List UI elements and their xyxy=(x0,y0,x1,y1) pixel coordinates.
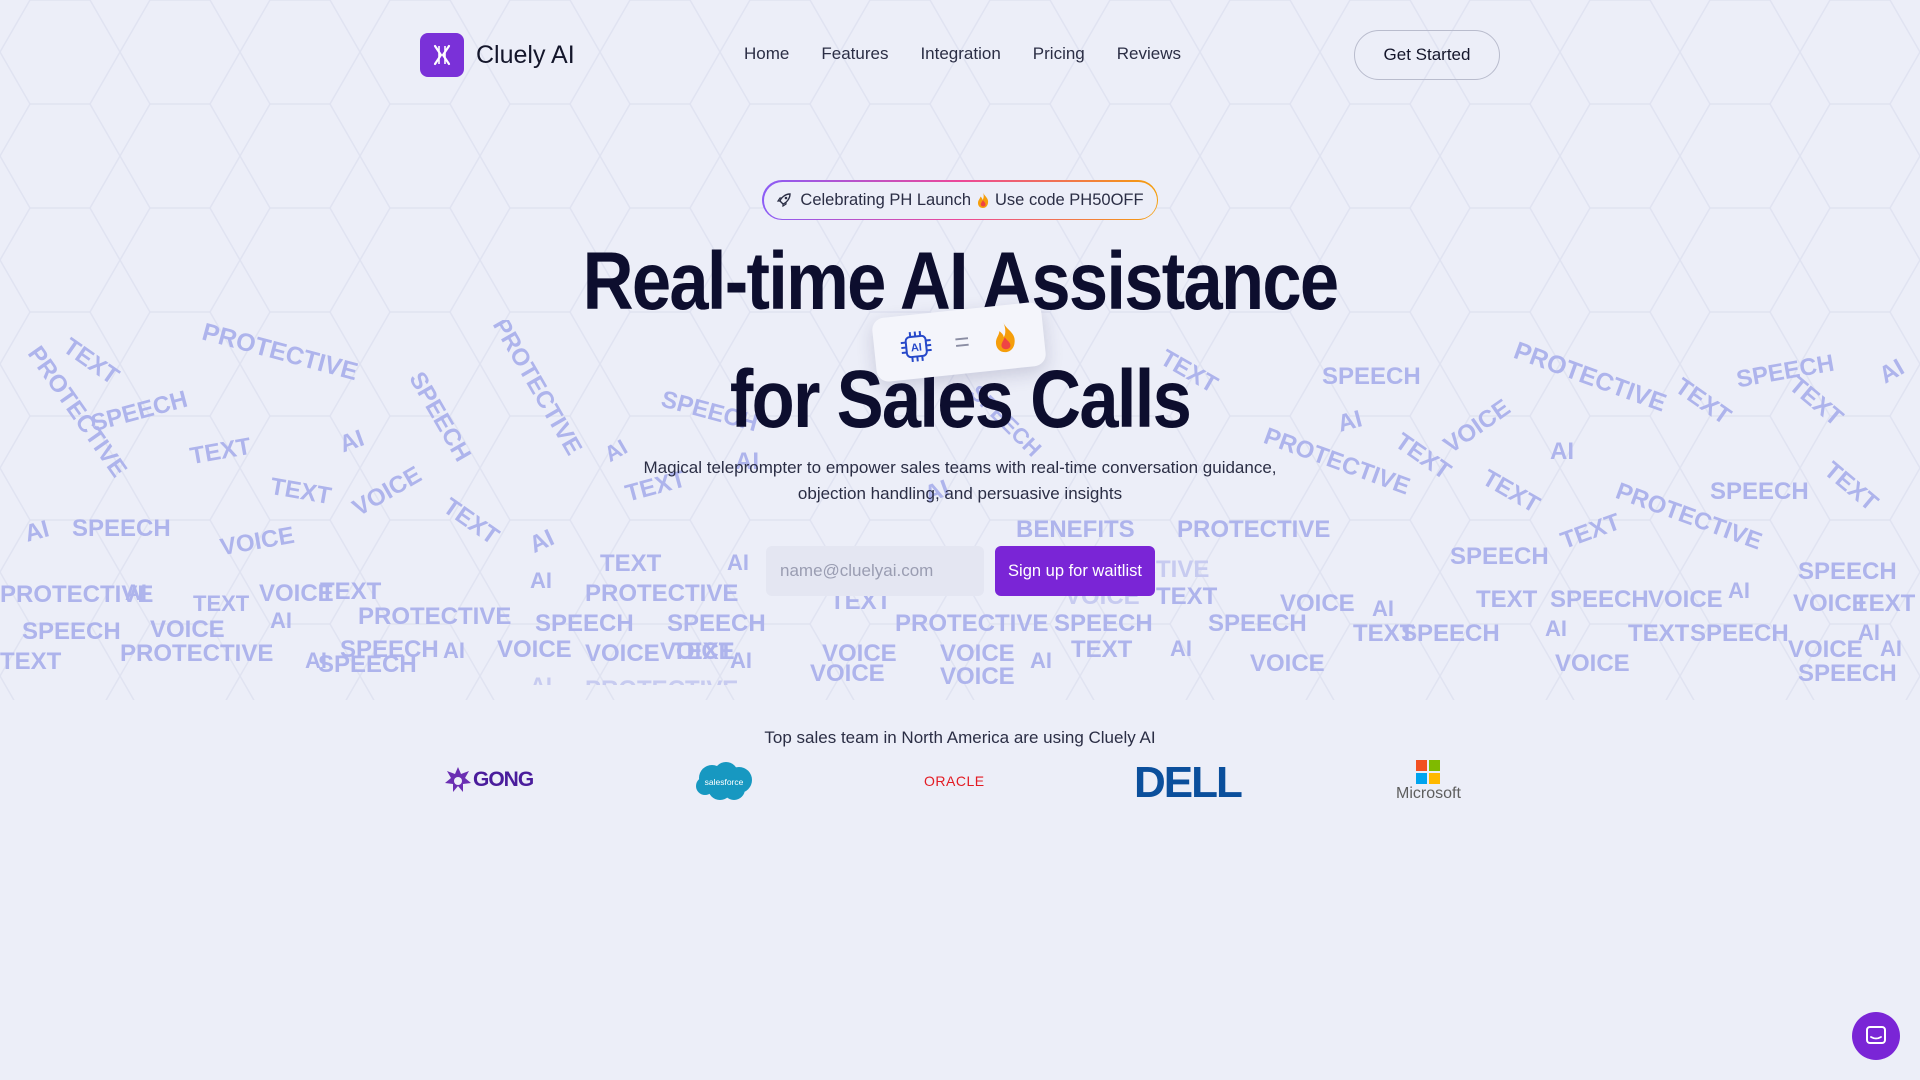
bg-word-protective: PROTECTIVE xyxy=(585,580,739,607)
bg-word-speech: SPEECH xyxy=(535,610,634,637)
main-nav: Home Features Integration Pricing Review… xyxy=(744,44,1181,64)
bg-word-speech: SPEECH xyxy=(1208,610,1307,637)
bg-word-text: TEXT xyxy=(1476,586,1538,613)
get-started-button[interactable]: Get Started xyxy=(1354,30,1500,80)
bg-word-ai: AI xyxy=(530,675,552,686)
bg-word-speech: SPEECH xyxy=(72,515,171,542)
bg-word-ai: AI xyxy=(730,648,752,673)
hero-subtitle-line2: objection handling, and persuasive insig… xyxy=(797,484,1123,503)
rocket-icon xyxy=(777,193,792,208)
chat-icon xyxy=(1866,1026,1886,1044)
bg-word-speech: SPEECH xyxy=(340,636,439,663)
bg-word-voice: VOICE xyxy=(150,616,225,643)
brand-name: Cluely AI xyxy=(476,40,575,69)
bg-word-protective: PROTECTIVE xyxy=(585,678,738,686)
nav-home[interactable]: Home xyxy=(744,44,789,64)
bg-word-ai: AI xyxy=(727,550,749,575)
bg-word-protective: PROTECTIVE xyxy=(895,610,1049,637)
bg-word-text: TEXT xyxy=(1557,508,1624,555)
bg-word-text: TEXT xyxy=(193,591,250,616)
bg-word-ai: AI xyxy=(21,515,52,548)
gong-logo: GONG xyxy=(444,766,534,794)
bg-word-text: TEXT xyxy=(600,550,662,577)
bg-word-voice: VOICE xyxy=(1648,586,1723,613)
bg-word-speech: SPEECH xyxy=(1690,620,1789,647)
customer-logo-row: GONG salesforce ORACLE DELL Microsoft xyxy=(0,750,1920,810)
bg-word-text: TEXT xyxy=(1156,583,1218,610)
microsoft-squares-icon xyxy=(1416,760,1441,784)
brand-logo[interactable]: Cluely AI xyxy=(420,33,575,77)
bg-word-ai: AI xyxy=(270,608,292,633)
bg-word-protective: PROTECTIVE xyxy=(0,581,154,608)
bg-word-speech: SPEECH xyxy=(22,618,121,645)
bg-word-voice: VOICE xyxy=(259,580,334,607)
bg-word-ai: AI xyxy=(1372,596,1394,621)
promo-text-launch: Celebrating PH Launch xyxy=(800,190,972,209)
bg-word-protective: PROTECTIVE xyxy=(120,640,274,667)
brand-logo-icon xyxy=(420,33,464,77)
bg-word-ai: AI xyxy=(1030,648,1052,673)
bg-word-benefits: BENEFITS xyxy=(1016,516,1135,543)
bg-word-speech: SPEECH xyxy=(1550,586,1649,613)
bg-word-text: TEXT xyxy=(1854,590,1916,617)
bg-word-speech: SPEECH xyxy=(1798,558,1897,585)
promo-text-code: Use code PH50OFF xyxy=(995,190,1144,209)
bg-word-voice: VOICE xyxy=(1250,650,1325,677)
dell-logo-text: DELL xyxy=(1134,762,1242,800)
oracle-logo: ORACLE xyxy=(924,773,985,789)
chat-widget-button[interactable] xyxy=(1852,1012,1900,1060)
bg-word-speech: SPEECH xyxy=(667,610,766,637)
nav-integration[interactable]: Integration xyxy=(920,44,1000,64)
fire-icon xyxy=(978,192,989,208)
microsoft-logo-text: Microsoft xyxy=(1396,785,1461,802)
salesforce-logo-text: salesforce xyxy=(705,777,744,787)
ai-chip-icon: AI xyxy=(900,330,932,363)
oracle-logo-text: ORACLE xyxy=(924,773,985,789)
salesforce-logo: salesforce xyxy=(694,760,754,802)
equals-sign: = xyxy=(952,325,972,357)
bg-word-ai: AI xyxy=(1874,353,1909,390)
waitlist-signup-button[interactable]: Sign up for waitlist xyxy=(995,546,1155,596)
bg-word-ai: AI xyxy=(1880,636,1902,661)
trusted-by-heading: Top sales team in North America are usin… xyxy=(764,728,1156,747)
bg-word-ai: AI xyxy=(443,638,465,663)
bg-word-protective: PROTECTIVE xyxy=(1177,516,1331,543)
bg-word-speech: SPEECH xyxy=(1054,610,1153,637)
bg-word-speech: SPEECH xyxy=(1798,660,1897,686)
bg-word-voice: VOICE xyxy=(585,640,660,667)
bg-word-speech: SPEECH xyxy=(1401,620,1500,647)
bg-word-text: TEXT xyxy=(1628,620,1690,647)
bg-word-text: TEXT xyxy=(1783,371,1849,432)
bg-word-protective: PROTECTIVE xyxy=(358,603,512,630)
microsoft-logo: Microsoft xyxy=(1396,760,1461,803)
bg-word-ai: AI xyxy=(525,524,559,559)
site-header: Cluely AI Home Features Integration Pric… xyxy=(0,0,1920,110)
nav-pricing[interactable]: Pricing xyxy=(1033,44,1085,64)
bg-word-ai: AI xyxy=(1170,636,1192,661)
bg-word-ai: AI xyxy=(1728,578,1750,603)
hero-subtitle-line1: Magical teleprompter to empower sales te… xyxy=(643,458,1277,477)
bg-word-speech: SPEECH xyxy=(1450,543,1549,570)
bg-word-ai: AI xyxy=(530,568,552,593)
ai-chip-label: AI xyxy=(910,341,922,354)
bg-word-voice: VOICE xyxy=(1788,636,1863,663)
bg-word-voice: VOICE xyxy=(1555,650,1630,677)
bg-word-text: TEXT xyxy=(0,648,62,675)
nav-features[interactable]: Features xyxy=(821,44,888,64)
gong-logo-text: GONG xyxy=(473,768,534,791)
fire-icon xyxy=(995,322,1015,353)
bg-word-voice: VOICE xyxy=(940,663,1015,686)
promo-banner[interactable]: Celebrating PH Launch Use code PH50OFF xyxy=(762,180,1158,220)
hero-subtitle: Magical teleprompter to empower sales te… xyxy=(0,455,1920,507)
bg-word-voice: VOICE xyxy=(218,521,297,562)
bg-word-voice: VOICE xyxy=(497,636,572,663)
email-input[interactable] xyxy=(766,546,984,596)
bg-word-voice: VOICE xyxy=(810,660,885,686)
bg-word-ai: AI xyxy=(1545,616,1567,641)
bg-word-text: TEXT xyxy=(1071,636,1133,663)
nav-reviews[interactable]: Reviews xyxy=(1117,44,1181,64)
bg-word-voice: VOICE xyxy=(660,638,735,665)
dell-logo: DELL xyxy=(1134,762,1258,800)
